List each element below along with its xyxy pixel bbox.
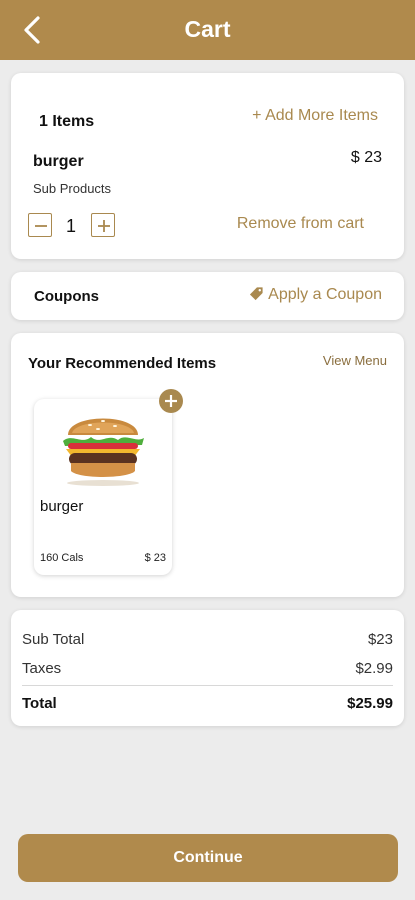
recommended-title: Your Recommended Items	[28, 355, 217, 372]
add-recommended-button[interactable]	[159, 389, 183, 413]
items-count: 1 Items	[39, 113, 95, 130]
taxes-label: Taxes	[22, 660, 62, 677]
order-summary-card: Sub Total $23 Taxes $2.99 Total $25.99	[11, 610, 404, 726]
burger-image	[63, 418, 144, 486]
continue-button[interactable]: Continue	[18, 834, 398, 882]
decrease-quantity-button[interactable]	[28, 213, 52, 237]
view-menu-link[interactable]: View Menu	[323, 353, 387, 368]
quantity-value: 1	[65, 216, 76, 236]
recommended-item-cals: 160 Cals	[40, 552, 84, 564]
tag-icon	[250, 287, 263, 301]
recommended-card: Your Recommended Items View Menu burger …	[11, 333, 404, 597]
app-header: Cart	[0, 0, 415, 60]
total-value: $25.99	[347, 695, 393, 712]
subtotal-label: Sub Total	[22, 631, 85, 648]
cart-item-price: $ 23	[350, 149, 382, 166]
page-title: Cart	[184, 16, 231, 42]
total-row: Total $25.99	[22, 695, 393, 712]
total-label: Total	[22, 695, 57, 712]
recommended-item-name: burger	[40, 498, 84, 515]
cart-items-card: 1 Items + Add More Items burger $ 23 Sub…	[11, 73, 404, 259]
plus-icon	[165, 395, 177, 407]
subtotal-value: $23	[367, 631, 393, 648]
apply-coupon-label: Apply a Coupon	[268, 286, 382, 303]
minus-icon	[35, 225, 47, 227]
remove-from-cart-link[interactable]: Remove from cart	[237, 215, 364, 233]
cart-item-name: burger	[33, 153, 84, 170]
increase-quantity-button[interactable]	[91, 213, 115, 237]
coupons-label: Coupons	[34, 288, 99, 305]
taxes-value: $2.99	[355, 660, 393, 677]
subtotal-row: Sub Total $23	[22, 631, 393, 648]
taxes-row: Taxes $2.99	[22, 660, 393, 677]
add-more-items-link[interactable]: + Add More Items	[252, 107, 378, 125]
summary-divider	[22, 685, 393, 686]
apply-coupon-link[interactable]: Apply a Coupon	[249, 286, 382, 304]
recommended-item-price: $ 23	[144, 552, 166, 564]
plus-icon	[98, 220, 110, 232]
coupons-card: Coupons Apply a Coupon	[11, 272, 404, 320]
recommended-item-card[interactable]: burger 160 Cals $ 23	[34, 399, 172, 575]
cart-item-sub-products: Sub Products	[33, 181, 112, 196]
